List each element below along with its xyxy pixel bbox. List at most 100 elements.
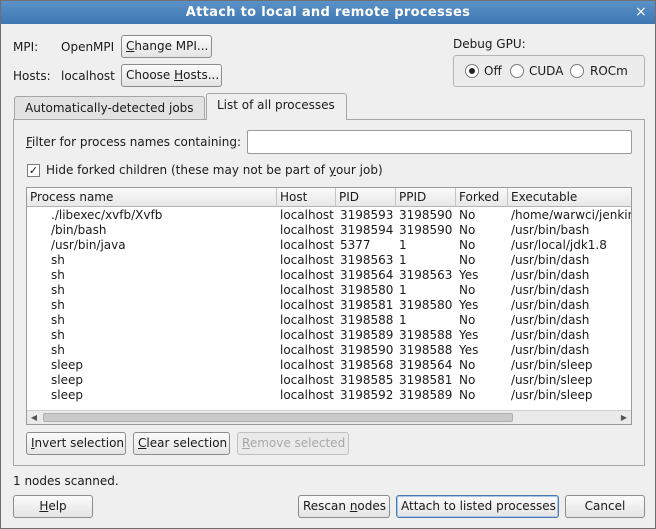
cell-forked: No <box>459 358 476 372</box>
title-bar[interactable]: Attach to local and remote processes × <box>1 1 655 24</box>
cell-ppid: 3198588 <box>399 328 453 342</box>
mpi-value: OpenMPI <box>61 40 115 54</box>
cell-pid: 3198592 <box>340 388 394 402</box>
cell-forked: No <box>459 223 476 237</box>
radio-rocm-label[interactable]: ROCm <box>590 64 628 78</box>
table-row[interactable]: sleep localhost 3198568 3198564 No/usr/bin/s… <box>27 358 631 373</box>
cell-host: localhost <box>280 223 334 237</box>
tab-automatically-detected-jobs[interactable]: Automatically-detected jobs <box>14 96 205 120</box>
cell-executable: /usr/bin/dash <box>511 298 590 312</box>
horizontal-scrollbar[interactable]: ◀ ▶ <box>27 410 631 424</box>
radio-off-label[interactable]: Off <box>484 64 502 78</box>
cell-ppid: 3198581 <box>399 373 453 387</box>
attach-button[interactable]: Attach to listed processes <box>396 495 559 518</box>
radio-cuda[interactable] <box>510 64 524 78</box>
cell-forked: No <box>459 283 476 297</box>
cell-ppid: 1 <box>399 238 407 252</box>
cell-pid: 3198581 <box>340 298 394 312</box>
process-table[interactable]: Process name Host PID PPID Forked Execut… <box>26 187 632 425</box>
cell-forked: No <box>459 373 476 387</box>
table-row[interactable]: sh localhost 3198563 1 No/usr/bin/dash <box>27 253 631 268</box>
cell-host: localhost <box>280 358 334 372</box>
table-header: Process name Host PID PPID Forked Execut… <box>27 188 631 207</box>
column-ppid[interactable]: PPID <box>396 188 456 207</box>
cell-ppid: 3198563 <box>399 268 453 282</box>
clear-selection-button[interactable]: Clear selection <box>133 432 230 455</box>
invert-selection-button[interactable]: Invert selection <box>26 432 126 455</box>
cell-process-name: /bin/bash <box>51 223 107 237</box>
table-row[interactable]: sh localhost 3198588 1 No/usr/bin/dash <box>27 313 631 328</box>
column-host[interactable]: Host <box>277 188 336 207</box>
radio-cuda-label[interactable]: CUDA <box>529 64 563 78</box>
hide-forked-label[interactable]: Hide forked children (these may not be p… <box>46 163 383 177</box>
filter-label: Filter for process names containing: <box>26 135 242 149</box>
cell-process-name: sh <box>51 253 65 267</box>
change-mpi-button[interactable]: Change MPI... <box>121 35 212 58</box>
table-row[interactable]: sh localhost 3198580 1 No/usr/bin/dash <box>27 283 631 298</box>
cell-executable: /usr/bin/dash <box>511 283 590 297</box>
attach-dialog: Attach to local and remote processes × M… <box>0 0 656 529</box>
cell-executable: /usr/bin/dash <box>511 313 590 327</box>
cell-host: localhost <box>280 298 334 312</box>
cell-pid: 3198568 <box>340 358 394 372</box>
hosts-label: Hosts: <box>13 69 51 83</box>
table-row[interactable]: sleep localhost 3198592 3198589 No/usr/bin/s… <box>27 388 631 403</box>
cell-ppid: 3198590 <box>399 208 453 222</box>
cell-pid: 3198589 <box>340 328 394 342</box>
cell-ppid: 3198589 <box>399 388 453 402</box>
hide-forked-checkbox[interactable]: ✓ <box>27 164 40 177</box>
cell-host: localhost <box>280 313 334 327</box>
column-executable[interactable]: Executable <box>508 188 631 207</box>
remove-selected-button[interactable]: Remove selected <box>237 432 349 455</box>
cell-ppid: 1 <box>399 283 407 297</box>
cell-pid: 3198594 <box>340 223 394 237</box>
cell-forked: No <box>459 238 476 252</box>
table-row[interactable]: ./libexec/xvfb/Xvfb localhost 3198593 31985… <box>27 208 631 223</box>
help-button[interactable]: Help <box>13 495 93 518</box>
cell-forked: Yes <box>459 298 479 312</box>
cell-pid: 3198593 <box>340 208 394 222</box>
radio-off[interactable] <box>465 64 479 78</box>
table-row[interactable]: /bin/bash localhost 3198594 3198590 No/usr/b… <box>27 223 631 238</box>
table-row[interactable]: sleep localhost 3198585 3198581 No/usr/bin/s… <box>27 373 631 388</box>
cell-pid: 3198590 <box>340 343 394 357</box>
close-icon[interactable]: × <box>633 1 649 24</box>
column-process-name[interactable]: Process name <box>27 188 277 207</box>
choose-hosts-button[interactable]: Choose Hosts... <box>121 64 222 87</box>
table-row[interactable]: sh localhost 3198589 3198588 Yes/usr/bin/das… <box>27 328 631 343</box>
status-text: 1 nodes scanned. <box>13 474 119 488</box>
cell-process-name: sleep <box>51 358 83 372</box>
cell-host: localhost <box>280 238 334 252</box>
cell-ppid: 3198564 <box>399 358 453 372</box>
cell-executable: /usr/bin/sleep <box>511 373 593 387</box>
cell-forked: No <box>459 253 476 267</box>
cell-pid: 3198564 <box>340 268 394 282</box>
cell-executable: /usr/bin/dash <box>511 328 590 342</box>
cell-process-name: sh <box>51 268 65 282</box>
cell-host: localhost <box>280 328 334 342</box>
tab-list-of-all-processes[interactable]: List of all processes <box>206 93 347 120</box>
mpi-label: MPI: <box>13 40 39 54</box>
cell-process-name: sleep <box>51 373 83 387</box>
table-body: ./libexec/xvfb/Xvfb localhost 3198593 31985… <box>27 208 631 408</box>
table-row[interactable]: /usr/bin/java localhost 5377 1 No/usr/local/… <box>27 238 631 253</box>
cancel-button[interactable]: Cancel <box>565 495 645 518</box>
cell-executable: /usr/bin/sleep <box>511 358 593 372</box>
scroll-right-icon[interactable]: ▶ <box>617 411 631 424</box>
table-row[interactable]: sh localhost 3198581 3198580 Yes/usr/bin/das… <box>27 298 631 313</box>
scrollbar-thumb[interactable] <box>43 413 513 422</box>
table-row[interactable]: sh localhost 3198590 3198588 Yes/usr/bin/das… <box>27 343 631 358</box>
column-pid[interactable]: PID <box>336 188 396 207</box>
scroll-left-icon[interactable]: ◀ <box>27 411 41 424</box>
filter-input[interactable] <box>247 130 632 154</box>
debug-gpu-group: Off CUDA ROCm <box>453 55 645 87</box>
cell-forked: Yes <box>459 328 479 342</box>
cell-executable: /usr/local/jdk1.8 <box>511 238 607 252</box>
radio-rocm[interactable] <box>570 64 584 78</box>
cell-ppid: 3198588 <box>399 343 453 357</box>
rescan-nodes-button[interactable]: Rescan nodes <box>298 495 390 518</box>
cell-forked: No <box>459 313 476 327</box>
table-row[interactable]: sh localhost 3198564 3198563 Yes/usr/bin/das… <box>27 268 631 283</box>
cell-process-name: sh <box>51 298 65 312</box>
column-forked[interactable]: Forked <box>456 188 508 207</box>
